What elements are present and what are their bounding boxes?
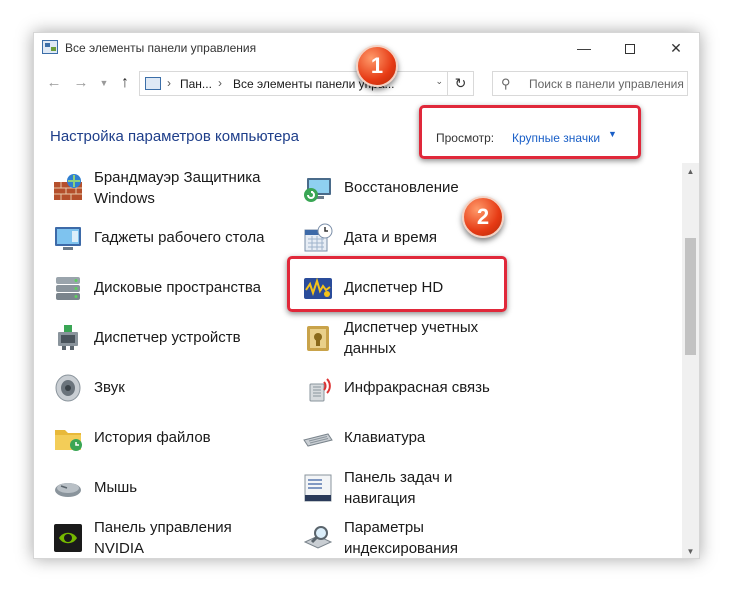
maximize-button[interactable] (607, 33, 653, 63)
item-mouse[interactable]: Мышь (52, 467, 292, 513)
hd-manager-highlight (287, 256, 507, 312)
forward-button[interactable]: → (69, 71, 93, 95)
item-label: Брандмауэр Защитника Windows (94, 169, 261, 207)
item-label: Клавиатура (344, 429, 426, 446)
item-label: Дата и время (344, 229, 438, 246)
item-label: История файлов (94, 429, 211, 446)
item-firewall[interactable]: Брандмауэр Защитника Windows (52, 167, 292, 213)
taskbar-icon (304, 474, 332, 502)
refresh-button[interactable]: ↻ (447, 71, 473, 96)
gadgets-icon (55, 227, 81, 250)
item-label: Диспетчер учетных данных (344, 319, 479, 357)
back-button[interactable]: ← (42, 71, 66, 95)
item-label: Инфракрасная связь (344, 379, 490, 396)
item-file-history[interactable]: История файлов (52, 417, 292, 463)
items-grid: Брандмауэр Защитника Windows Восстановлен… (34, 163, 684, 558)
page-title: Настройка параметров компьютера (50, 128, 299, 145)
scroll-down-button[interactable]: ▼ (682, 543, 699, 558)
item-device-manager[interactable]: Диспетчер устройств (52, 317, 292, 363)
item-label: Диспетчер устройств (94, 329, 241, 346)
nvidia-icon (54, 524, 82, 552)
item-indexing[interactable]: Параметры индексирования (302, 517, 542, 558)
search-box[interactable]: ⚲ Поиск в панели управления (492, 71, 688, 96)
item-label: Звук (94, 379, 125, 396)
item-label: Мышь (94, 479, 138, 496)
item-taskbar[interactable]: Панель задач и навигация (302, 467, 542, 513)
control-panel-window: Все элементы панели управления — ✕ ← → ▼… (33, 32, 700, 559)
credential-manager-icon (307, 326, 329, 351)
item-label: Панель задач и навигация (344, 469, 453, 507)
date-time-icon (304, 223, 333, 252)
up-button[interactable]: ↑ (113, 71, 137, 95)
scroll-up-button[interactable]: ▲ (682, 163, 699, 180)
control-panel-icon (145, 77, 161, 90)
storage-spaces-icon (56, 277, 80, 300)
infrared-icon (309, 378, 331, 402)
breadcrumb-separator: › (218, 76, 222, 90)
item-nvidia[interactable]: Панель управления NVIDIA (52, 517, 292, 558)
device-manager-icon (58, 325, 78, 350)
item-keyboard[interactable]: Клавиатура (302, 417, 542, 463)
file-history-icon (55, 430, 82, 451)
recovery-icon (304, 178, 331, 202)
item-label: Дисковые пространства (94, 279, 262, 296)
breadcrumb-separator: › (167, 76, 171, 90)
view-by-highlight (419, 105, 641, 159)
minimize-button[interactable]: — (561, 33, 607, 63)
item-credential-manager[interactable]: Диспетчер учетных данных (302, 317, 542, 363)
window-title: Все элементы панели управления (65, 41, 257, 55)
item-label: Восстановление (344, 179, 459, 196)
item-storage-spaces[interactable]: Дисковые пространства (52, 267, 292, 313)
close-button[interactable]: ✕ (653, 33, 699, 63)
firewall-icon (54, 174, 82, 200)
item-label: Параметры индексирования (344, 519, 458, 557)
scroll-thumb[interactable] (685, 238, 696, 355)
item-gadgets[interactable]: Гаджеты рабочего стола (52, 217, 292, 263)
speaker-icon (55, 374, 81, 402)
item-recovery[interactable]: Восстановление (302, 167, 542, 213)
item-label: Гаджеты рабочего стола (94, 229, 265, 246)
mouse-icon (55, 483, 81, 497)
search-input[interactable]: Поиск в панели управления (529, 77, 684, 91)
item-infrared[interactable]: Инфракрасная связь (302, 367, 542, 413)
keyboard-icon (303, 433, 333, 447)
search-icon: ⚲ (501, 76, 511, 91)
indexing-icon (303, 526, 333, 549)
breadcrumb-item[interactable]: Пан... (180, 77, 212, 91)
control-panel-icon (42, 40, 58, 54)
item-sound[interactable]: Звук (52, 367, 292, 413)
vertical-scrollbar[interactable]: ▲ ▼ (682, 163, 699, 558)
step-badge: 1 (356, 45, 398, 87)
item-label: Панель управления NVIDIA (94, 519, 232, 557)
address-dropdown-button[interactable]: ⌄ (435, 76, 443, 87)
address-bar[interactable]: › Пан... › Все элементы панели упра... ⌄… (139, 71, 474, 96)
step-badge: 2 (462, 196, 504, 238)
